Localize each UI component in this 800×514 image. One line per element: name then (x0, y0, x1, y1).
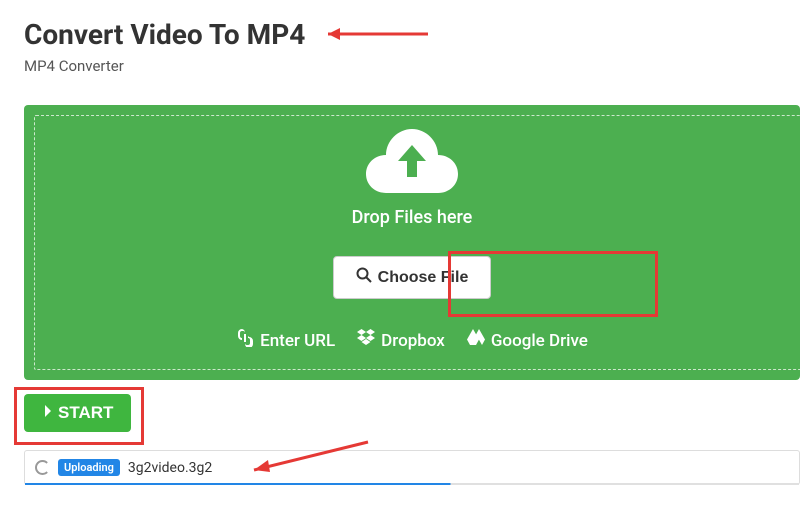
google-drive-icon (467, 329, 485, 352)
page-subtitle: MP4 Converter (24, 57, 776, 75)
google-drive-link[interactable]: Google Drive (467, 329, 588, 352)
link-icon (236, 329, 254, 352)
drop-text: Drop Files here (24, 207, 800, 228)
start-button[interactable]: START (24, 394, 131, 432)
start-button-label: START (58, 403, 113, 423)
choose-file-button[interactable]: Choose File (333, 256, 492, 299)
page-title: Convert Video To MP4 (24, 18, 776, 51)
choose-file-label: Choose File (378, 269, 469, 287)
dropbox-link[interactable]: Dropbox (357, 329, 445, 352)
progress-bar (25, 483, 799, 485)
filename-label: 3g2video.3g2 (128, 460, 212, 476)
chevron-right-icon (42, 403, 54, 423)
file-queue-row: Uploading 3g2video.3g2 (24, 450, 800, 485)
dropzone[interactable]: Drop Files here Choose File Enter URL Dr… (24, 105, 800, 380)
dropbox-icon (357, 329, 375, 352)
enter-url-link[interactable]: Enter URL (236, 329, 335, 352)
status-badge: Uploading (58, 459, 120, 476)
spinner-icon (35, 460, 50, 475)
cloud-upload-icon (366, 129, 458, 197)
search-icon (356, 267, 372, 288)
